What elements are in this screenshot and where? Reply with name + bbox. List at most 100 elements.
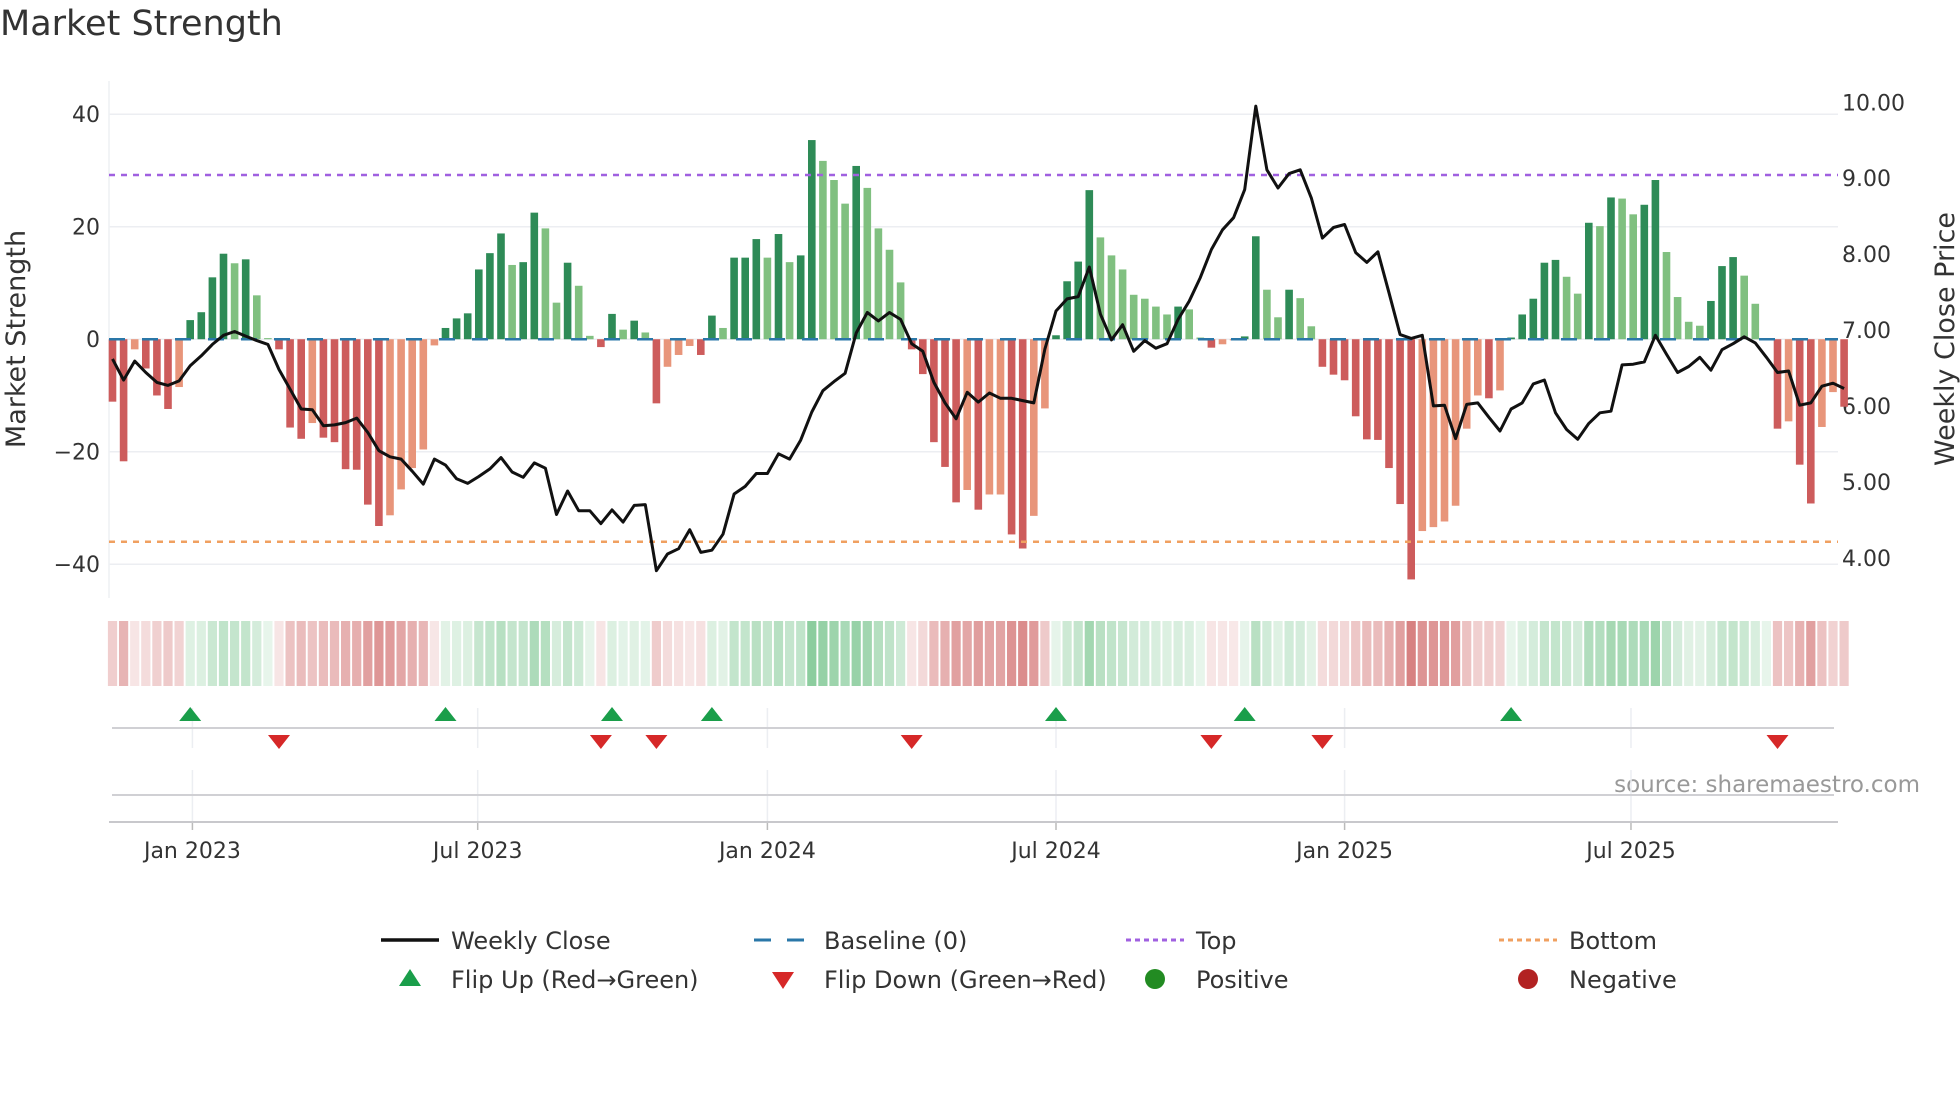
strength-heat-cell	[374, 621, 384, 686]
strength-bar	[685, 339, 694, 346]
legend-item-negative: Negative	[1518, 966, 1677, 994]
strength-heat-cell	[1029, 621, 1039, 686]
y-tick-label: 0	[86, 328, 100, 353]
strength-bar	[1451, 339, 1460, 506]
strength-heat-cell	[1673, 621, 1683, 686]
strength-heat-cell	[1528, 621, 1538, 686]
strength-bar	[763, 257, 772, 340]
strength-heat-cell	[818, 621, 828, 686]
strength-heat-cell	[851, 621, 861, 686]
strength-heat-cell	[1184, 621, 1194, 686]
strength-heat-cell	[1073, 621, 1083, 686]
flip-up-marker	[1233, 707, 1256, 721]
strength-heat-cell	[1439, 621, 1450, 686]
strength-heat-cell	[263, 621, 273, 686]
strength-heat-cell	[1695, 621, 1705, 686]
strength-bar	[963, 339, 971, 490]
strength-heat-cell	[363, 621, 373, 686]
strength-bar	[463, 313, 472, 340]
y2-tick-label: 8.00	[1842, 243, 1891, 268]
strength-bar	[952, 339, 960, 503]
strength-bar	[1363, 339, 1371, 440]
strength-bar	[774, 234, 783, 340]
strength-heat-cell	[540, 621, 550, 686]
strength-heat-cell	[1473, 621, 1483, 686]
strength-bar	[1340, 339, 1349, 381]
strength-bar	[530, 212, 539, 340]
strength-bar	[1252, 236, 1260, 340]
strength-bar	[586, 335, 594, 340]
strength-bar	[408, 339, 416, 469]
strength-heat-cell	[119, 621, 129, 686]
strength-bar	[1318, 339, 1327, 367]
strength-bar	[275, 339, 283, 350]
strength-bar	[130, 339, 139, 350]
strength-heat-cell	[1162, 621, 1172, 686]
strength-bar	[719, 327, 727, 340]
strength-bar	[419, 339, 428, 450]
strength-bar	[1496, 339, 1504, 391]
y-tick-label: 20	[72, 216, 100, 241]
strength-heat-cell	[1384, 621, 1394, 686]
y-tick-label: 40	[72, 103, 100, 128]
strength-heat-cell	[130, 621, 140, 686]
strength-bar	[1607, 197, 1615, 340]
strength-heat-cell	[141, 621, 151, 686]
strength-heat-cell	[651, 621, 661, 686]
strength-bar	[164, 339, 172, 409]
strength-heat-cell	[1484, 621, 1494, 686]
strength-bar	[241, 259, 250, 340]
strength-heat-cell	[274, 621, 284, 686]
strength-heat-cell	[940, 621, 950, 686]
strength-heat-cell	[1661, 621, 1672, 686]
strength-bar	[1518, 314, 1526, 340]
x-tick-label: Jul 2025	[1584, 839, 1676, 864]
strength-bar	[119, 339, 128, 462]
circle-icon	[1518, 969, 1538, 989]
strength-heat-cell	[1273, 621, 1283, 686]
strength-heat-cell	[1406, 621, 1416, 686]
strength-bar	[1263, 289, 1271, 340]
strength-heat-cell	[785, 621, 795, 686]
strength-heat-cell	[596, 621, 606, 686]
strength-heat-cell	[396, 621, 406, 686]
strength-heat-cell	[1295, 621, 1305, 686]
strength-heat-cell	[407, 621, 417, 686]
strength-heat-cell	[840, 621, 850, 686]
strength-bar	[552, 302, 561, 340]
strength-bar	[652, 339, 661, 404]
flip-up-marker	[179, 707, 202, 721]
legend-item-close: Weekly Close	[381, 927, 611, 955]
strength-bar	[1540, 262, 1549, 340]
strength-heat-cell	[1639, 621, 1649, 686]
strength-heat-cell	[1007, 621, 1017, 686]
strength-heat-cell	[1772, 621, 1783, 686]
strength-bar	[1129, 294, 1138, 340]
flip-down-marker	[1766, 735, 1789, 749]
strength-bar	[819, 160, 827, 340]
strength-bar	[930, 339, 938, 443]
legend-item-flip_up: Flip Up (Red→Green)	[399, 966, 699, 994]
strength-bar	[1718, 266, 1726, 340]
strength-heat-cell	[163, 621, 173, 686]
strength-bar	[1773, 339, 1782, 429]
strength-bar	[1673, 297, 1682, 340]
strength-heat-cell	[896, 621, 906, 686]
strength-heat-cell	[507, 621, 517, 686]
strength-bar	[352, 339, 361, 470]
strength-heat-cell	[1217, 621, 1228, 686]
flip-up-marker	[601, 707, 623, 721]
strength-heat-cell	[463, 621, 473, 686]
strength-bar	[1684, 321, 1693, 340]
strength-heat-cell	[1195, 621, 1205, 686]
strength-heat-cell	[1739, 621, 1749, 686]
strength-heat-cell	[796, 621, 806, 686]
strength-bar	[1662, 252, 1671, 340]
strength-bar	[1474, 339, 1482, 396]
strength-bar	[1629, 214, 1637, 340]
strength-bar	[1007, 339, 1016, 535]
strength-heat-cell	[1173, 621, 1183, 686]
strength-heat-cell	[1428, 621, 1438, 686]
strength-bar	[619, 329, 627, 340]
strength-heat-cell	[440, 621, 451, 686]
